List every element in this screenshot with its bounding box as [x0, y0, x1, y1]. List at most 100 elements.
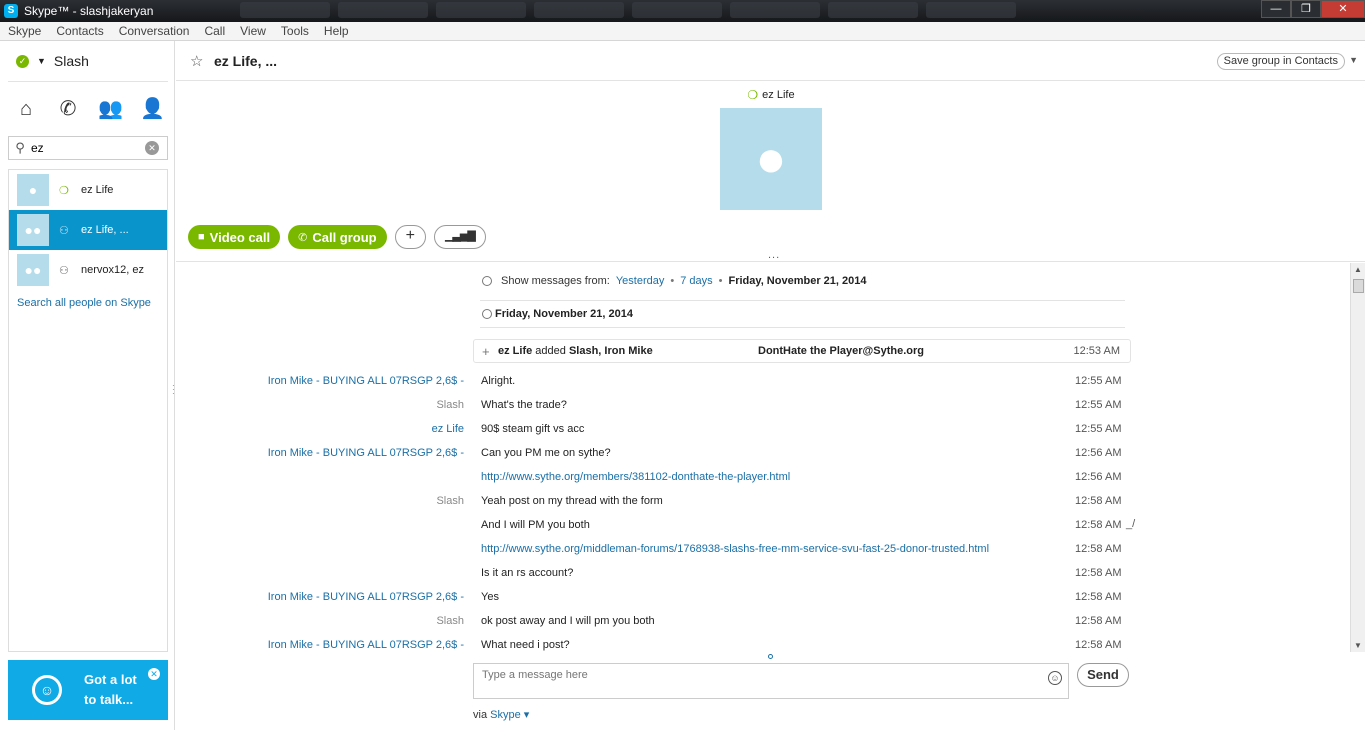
menu-call[interactable]: Call [204, 24, 225, 38]
system-event: + ez Life added Slash, Iron Mike DontHat… [473, 339, 1131, 363]
message-text: What need i post? [481, 639, 570, 651]
clock-icon [482, 309, 492, 319]
message-sender[interactable]: Iron Mike - BUYING ALL 07RSGP 2,6$ - [268, 447, 464, 459]
message-sender[interactable]: Iron Mike - BUYING ALL 07RSGP 2,6$ - [268, 591, 464, 603]
message-text: 90$ steam gift vs acc [481, 423, 585, 435]
message-sender[interactable]: Slash [436, 399, 464, 411]
restore-button[interactable]: ❐ [1291, 0, 1321, 18]
avatar: ●● [17, 214, 49, 246]
message-row: ez Life 90$ steam gift vs acc 12:55 AM [176, 423, 1176, 447]
promo-banner[interactable]: ☺ Got a lot to talk... ✕ [8, 660, 168, 720]
menu-help[interactable]: Help [324, 24, 349, 38]
home-icon[interactable]: ⌂ [14, 97, 38, 121]
sidebar-resize-handle[interactable]: · · · [172, 382, 175, 398]
contact-name: nervox12, ez [81, 264, 144, 276]
avatar: ●● [17, 254, 49, 286]
message-sender[interactable]: Iron Mike - BUYING ALL 07RSGP 2,6$ - [268, 375, 464, 387]
filter-7-days-link[interactable]: 7 days [680, 275, 712, 287]
profile-avatar: ● [720, 108, 822, 210]
window-title: Skype™ - slashjakeryan [24, 4, 154, 18]
message-time: 12:55 AM [1075, 423, 1122, 435]
scroll-up-icon[interactable]: ▲ [1354, 265, 1362, 274]
send-button[interactable]: Send [1077, 663, 1129, 687]
message-input[interactable] [474, 664, 1034, 698]
filter-yesterday-link[interactable]: Yesterday [616, 275, 665, 287]
compose-box: ☺ [473, 663, 1069, 699]
contact-search: ⚲ ✕ [8, 136, 168, 160]
message-row: http://www.sythe.org/middleman-forums/17… [176, 543, 1176, 567]
chevron-down-icon[interactable]: ▼ [1349, 55, 1358, 65]
message-time: 12:58 AM [1075, 591, 1122, 603]
menu-tools[interactable]: Tools [281, 24, 309, 38]
close-promo-icon[interactable]: ✕ [148, 668, 160, 680]
contacts-group-icon[interactable]: 👥 [98, 97, 123, 121]
expand-header-handle[interactable]: ... [768, 249, 780, 261]
history-filter: Show messages from: Yesterday • 7 days •… [482, 275, 866, 287]
message-time: 12:55 AM [1075, 399, 1122, 411]
conversation-title: ez Life, ... [214, 53, 278, 69]
message-row: Slash What's the trade? 12:55 AM [176, 399, 1176, 423]
user-name: Slash [53, 53, 89, 69]
plus-icon: + [482, 344, 490, 359]
message-row: Is it an rs account? 12:58 AM [176, 567, 1176, 591]
message-time: 12:58 AM [1075, 615, 1122, 627]
search-input[interactable] [31, 141, 141, 155]
minimize-button[interactable]: — [1261, 0, 1291, 18]
message-row: http://www.sythe.org/members/381102-dont… [176, 471, 1176, 495]
filter-date[interactable]: Friday, November 21, 2014 [729, 275, 867, 287]
search-all-link[interactable]: Search all people on Skype [9, 290, 167, 316]
save-group-button[interactable]: Save group in Contacts [1216, 53, 1345, 70]
message-sender[interactable]: ez Life [432, 423, 464, 435]
conversation-header: ☆ ez Life, ... Save group in Contacts ▼ [176, 41, 1365, 81]
phone-icon[interactable]: ✆ [56, 97, 80, 121]
typing-indicator-icon [768, 654, 773, 659]
person-silhouette-icon: ● [28, 182, 38, 198]
video-call-button[interactable]: ■ Video call [188, 225, 281, 249]
message-time: 12:56 AM [1075, 447, 1122, 459]
avatar: ● [17, 174, 49, 206]
menu-view[interactable]: View [240, 24, 266, 38]
contact-item-ez-life[interactable]: ● ❍ ez Life [9, 170, 167, 210]
via-skype-link[interactable]: Skype [490, 709, 521, 721]
scroll-down-icon[interactable]: ▼ [1354, 641, 1362, 650]
call-actions: ■ Video call ✆ Call group + ▁▃▅▇ [188, 225, 486, 249]
favorite-star-icon[interactable]: ☆ [190, 52, 203, 70]
call-group-button[interactable]: ✆ Call group [288, 225, 387, 249]
chat-scrollbar[interactable]: ▲ ▼ [1350, 263, 1365, 652]
online-leaf-icon: ❍ [747, 88, 759, 102]
message-time: 12:58 AM [1075, 639, 1122, 651]
message-link[interactable]: http://www.sythe.org/members/381102-dont… [481, 471, 790, 483]
message-sender[interactable]: Iron Mike - BUYING ALL 07RSGP 2,6$ - [268, 639, 464, 651]
profile-name: ez Life [762, 89, 795, 101]
close-button[interactable]: ✕ [1321, 0, 1365, 18]
scroll-thumb[interactable] [1353, 279, 1364, 293]
clear-search-icon[interactable]: ✕ [145, 141, 159, 155]
emoticon-icon[interactable]: ☺ [1048, 671, 1062, 685]
call-quality-button[interactable]: ▁▃▅▇ [433, 225, 486, 249]
menu-conversation[interactable]: Conversation [119, 24, 190, 38]
add-participant-button[interactable]: + [394, 225, 426, 249]
contact-name: ez Life [81, 184, 114, 196]
group-icon: ⚇ [59, 264, 69, 277]
window-titlebar: S Skype™ - slashjakeryan — ❐ ✕ [0, 0, 1365, 22]
divider [480, 300, 1125, 301]
add-contact-icon[interactable]: 👤 [140, 97, 165, 121]
message-sender[interactable]: Slash [436, 495, 464, 507]
chevron-down-icon[interactable]: ▾ [524, 709, 530, 721]
online-status-icon: ✓ [16, 54, 29, 68]
message-row: Iron Mike - BUYING ALL 07RSGP 2,6$ - Alri… [176, 375, 1176, 399]
video-camera-icon: ■ [198, 231, 205, 243]
contact-item-group-nervox12[interactable]: ●● ⚇ nervox12, ez [9, 250, 167, 290]
message-sender[interactable]: Slash [436, 615, 464, 627]
contact-item-group-ez-life[interactable]: ●● ⚇ ez Life, ... [9, 210, 167, 250]
message-text: What's the trade? [481, 399, 567, 411]
edited-pencil-icon: _/ [1126, 518, 1136, 530]
menu-contacts[interactable]: Contacts [56, 24, 103, 38]
online-leaf-icon: ❍ [59, 184, 69, 197]
promo-text: Got a lot to talk... [84, 672, 137, 707]
message-text: Yeah post on my thread with the form [481, 495, 663, 507]
user-status-menu[interactable]: ✓ ▼ Slash [16, 53, 89, 69]
message-link[interactable]: http://www.sythe.org/middleman-forums/17… [481, 543, 989, 555]
message-text: ok post away and I will pm you both [481, 615, 655, 627]
menu-skype[interactable]: Skype [8, 24, 41, 38]
